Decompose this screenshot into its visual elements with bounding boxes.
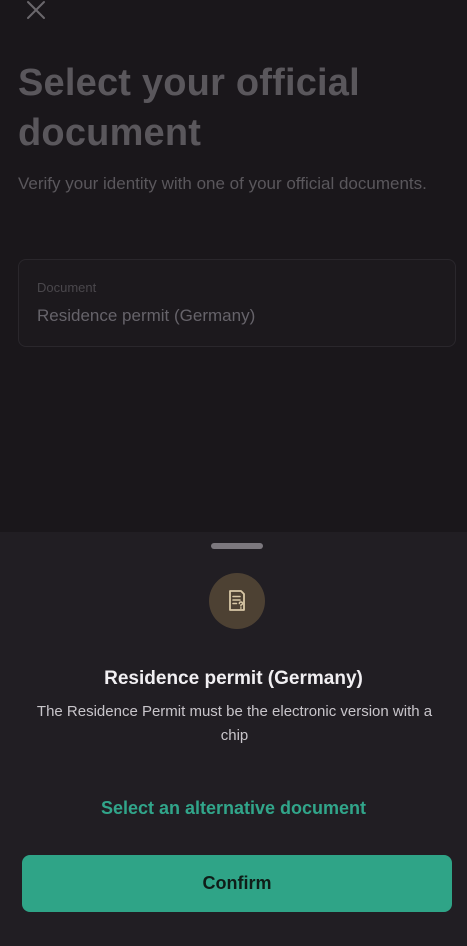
confirm-button[interactable]: Confirm	[22, 855, 452, 912]
sheet-title: Residence permit (Germany)	[104, 668, 363, 689]
close-button[interactable]	[22, 0, 50, 26]
document-select-field[interactable]: Document Residence permit (Germany)	[18, 259, 456, 347]
sheet-description: The Residence Permit must be the electro…	[36, 703, 433, 744]
document-icon-badge	[209, 573, 265, 629]
select-alternative-document-link[interactable]: Select an alternative document	[0, 798, 467, 819]
document-field-value: Residence permit (Germany)	[37, 306, 256, 325]
page-subtitle: Verify your identity with one of your of…	[18, 174, 427, 193]
bottom-sheet: Residence permit (Germany) The Residence…	[0, 532, 467, 946]
screen: Select your official document Verify you…	[0, 0, 467, 946]
close-icon	[27, 1, 45, 19]
page-title: Select your official document	[18, 62, 360, 154]
document-question-icon	[229, 590, 245, 611]
document-field-label: Document	[37, 280, 97, 295]
sheet-drag-handle[interactable]	[211, 543, 263, 549]
